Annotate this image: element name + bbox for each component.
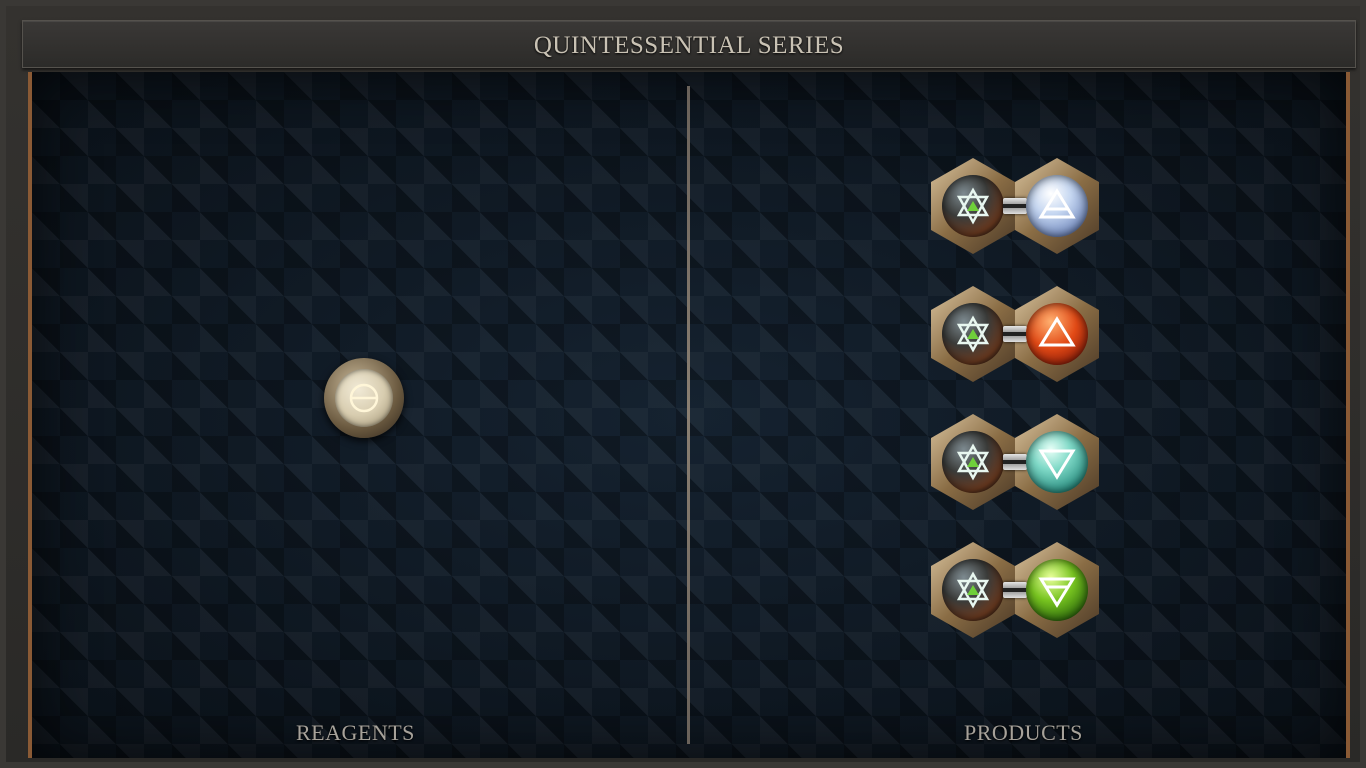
quintessence-orb (335, 369, 393, 427)
water-symbol-icon (1038, 449, 1076, 480)
window-frame: QUINTESSENTIAL SERIES REAGENTS PRODUCTS (0, 0, 1366, 768)
bond-connector (1003, 326, 1027, 342)
reagents-label: REAGENTS (296, 720, 415, 745)
product-salt-fire[interactable] (931, 286, 1099, 382)
salt-orb (942, 303, 1004, 365)
fire-symbol-icon (1038, 316, 1076, 347)
product-salt-water[interactable] (931, 414, 1099, 510)
salt-orb (942, 431, 1004, 493)
fire-orb (1026, 303, 1088, 365)
air-orb (1026, 175, 1088, 237)
title-bar: QUINTESSENTIAL SERIES (22, 20, 1356, 68)
salt-symbol-icon (956, 315, 990, 353)
page-title: QUINTESSENTIAL SERIES (533, 32, 845, 59)
product-salt-air[interactable] (931, 158, 1099, 254)
salt-symbol-icon (956, 187, 990, 225)
water-orb (1026, 431, 1088, 493)
earth-symbol-icon (1038, 577, 1076, 608)
earth-orb (1026, 559, 1088, 621)
quintessence-symbol-icon (349, 383, 379, 413)
product-salt-earth[interactable] (931, 542, 1099, 638)
salt-orb (942, 175, 1004, 237)
salt-symbol-icon (956, 571, 990, 609)
air-symbol-icon (1038, 188, 1076, 219)
panel-divider (687, 86, 690, 744)
products-label: PRODUCTS (964, 720, 1083, 745)
reagent-quintessence[interactable] (324, 358, 404, 438)
bond-connector (1003, 198, 1027, 214)
bond-connector (1003, 582, 1027, 598)
bond-connector (1003, 454, 1027, 470)
salt-orb (942, 559, 1004, 621)
salt-symbol-icon (956, 443, 990, 481)
